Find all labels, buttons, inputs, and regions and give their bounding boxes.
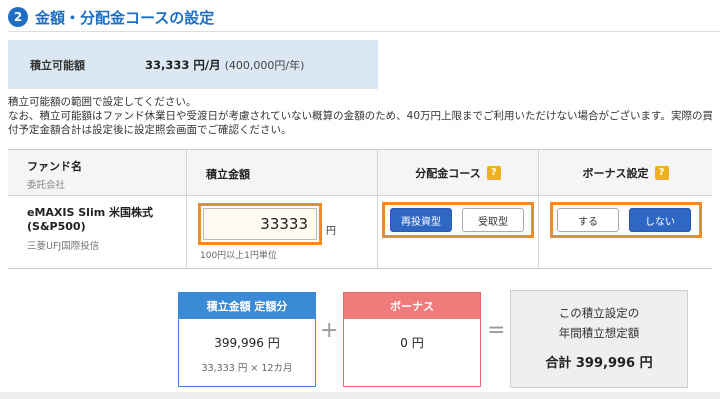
plus-sign: +: [320, 318, 339, 343]
header-amount: 積立金額: [206, 168, 250, 181]
heading-divider: [8, 31, 720, 32]
header-course: 分配金コース ?: [378, 165, 538, 181]
header-fund: ファンド名 委託会社: [27, 158, 82, 191]
fund-name: eMAXIS Slim 米国株式 (S&P500): [27, 206, 154, 233]
summary-area: 積立金額 定額分 399,996 円 33,333 円 × 12カ月 + ボーナ…: [0, 270, 720, 399]
available-amount-yearly: (400,000円/年): [224, 58, 305, 72]
annual-total-box: この積立設定の 年間積立想定額 合計 399,996 円: [510, 290, 688, 388]
bonus-yes-button[interactable]: する: [557, 208, 619, 232]
step-number-badge: 2: [8, 7, 28, 27]
bonus-card-value: 0 円: [400, 336, 424, 350]
bonus-card-title: ボーナス: [344, 293, 480, 319]
course-selector: 再投資型 受取型: [382, 202, 534, 238]
result-line-2: 年間積立想定額: [558, 326, 640, 340]
regular-card-value: 399,996 円: [214, 336, 280, 350]
setting-note: 積立可能額の範囲で設定してください。 なお、積立可能額はファンド休業日や受渡日が…: [8, 95, 718, 137]
regular-card-body: 399,996 円 33,333 円 × 12カ月: [179, 334, 315, 374]
bonus-card-body: 0 円: [344, 334, 480, 351]
amount-input[interactable]: [203, 208, 317, 240]
regular-card-detail: 33,333 円 × 12カ月: [201, 363, 293, 374]
header-course-label: 分配金コース: [415, 167, 481, 180]
fund-setting-table: ファンド名 委託会社 積立金額 分配金コース ? ボーナス設定 ? eMAXIS…: [8, 149, 712, 269]
available-amount-label: 積立可能額: [30, 58, 85, 72]
note-line-2: なお、積立可能額はファンド休業日や受渡日が考慮されていない概算の金額のため、40…: [8, 110, 713, 136]
available-amount-box: 積立可能額 33,333 円/月 (400,000円/年): [8, 40, 378, 89]
available-amount-value: 33,333 円/月 (400,000円/年): [145, 57, 304, 73]
course-help-icon[interactable]: ?: [486, 166, 501, 180]
header-bonus: ボーナス設定 ?: [539, 165, 712, 181]
section-heading: 2 金額・分配金コースの設定: [8, 6, 214, 28]
section-title: 金額・分配金コースの設定: [35, 8, 215, 27]
equals-sign: =: [487, 318, 506, 343]
header-fund-label: ファンド名: [27, 160, 82, 173]
amount-hint: 100円以上1円単位: [200, 251, 277, 261]
header-bonus-label: ボーナス設定: [582, 167, 649, 180]
bonus-help-icon[interactable]: ?: [654, 166, 669, 180]
note-line-1: 積立可能額の範囲で設定してください。: [8, 96, 197, 108]
available-amount-monthly: 33,333 円/月: [145, 57, 221, 72]
regular-amount-card: 積立金額 定額分 399,996 円 33,333 円 × 12カ月: [178, 292, 316, 387]
annual-total: 合計 399,996 円: [545, 356, 653, 371]
course-reinvest-button[interactable]: 再投資型: [390, 208, 452, 232]
result-line-1: この積立設定の: [558, 306, 640, 320]
amount-unit: 円: [326, 226, 336, 237]
header-company-label: 委託会社: [27, 180, 66, 191]
bottom-band: [0, 392, 720, 399]
course-receive-button[interactable]: 受取型: [462, 208, 524, 232]
amount-input-highlight: [198, 203, 322, 245]
fund-company: 三菱UFJ国際投信: [27, 241, 100, 252]
regular-card-title: 積立金額 定額分: [179, 293, 315, 319]
bonus-selector: する しない: [550, 202, 702, 238]
bonus-no-button[interactable]: しない: [629, 208, 691, 232]
column-divider: [186, 150, 187, 269]
bonus-amount-card: ボーナス 0 円: [343, 292, 481, 387]
